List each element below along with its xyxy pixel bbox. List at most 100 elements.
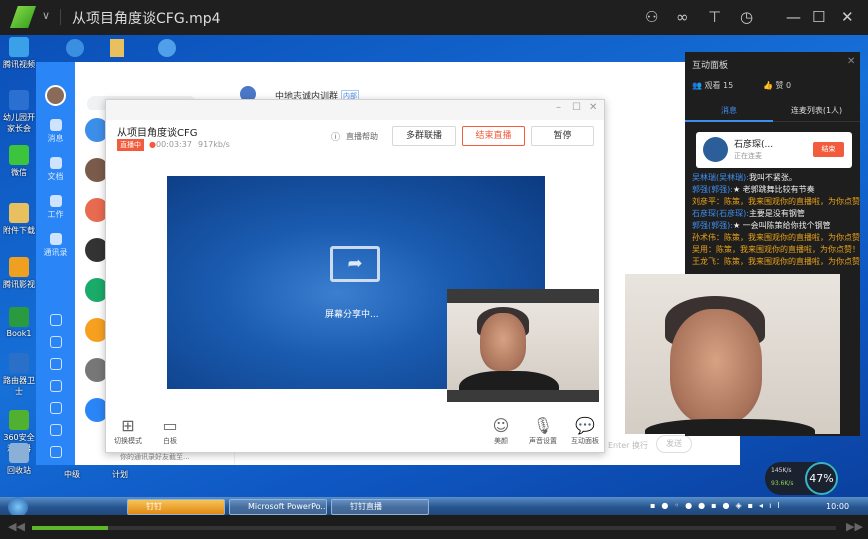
player-titlebar: ∨ 从项目角度谈CFG.mp4 ⚇ ∞ ⊤ ◷ — ☐ ✕ (0, 0, 868, 35)
sidebar-item-message[interactable]: 消息 (36, 119, 75, 144)
ding-icon[interactable] (36, 358, 75, 372)
tool-label: 切换模式 (114, 437, 142, 445)
tshirt-skin-icon[interactable]: ⊤ (708, 8, 721, 26)
desktop-icon[interactable]: 回收站 (2, 443, 36, 476)
send-button[interactable]: 发送 (656, 435, 692, 453)
clock-history-icon[interactable]: ◷ (740, 8, 753, 26)
dingtalk-sidebar: 消息 文档 工作 通讯录 (36, 62, 75, 465)
desktop-top-icons (60, 39, 190, 59)
minimize-icon[interactable]: — (786, 8, 801, 26)
minimize-icon[interactable]: – (556, 102, 561, 113)
apps-icon (49, 195, 62, 207)
pause-button[interactable]: 暂停 (531, 126, 594, 146)
mic-user-name: 石彦琛(... (734, 140, 774, 150)
app-logo-icon[interactable] (10, 6, 36, 28)
tool-chat-bubble[interactable]: 💬 互动面板 (565, 416, 605, 446)
video-title: 从项目角度谈CFG.mp4 (72, 11, 221, 27)
end-mic-button[interactable]: 结束 (813, 142, 844, 157)
app-icon (9, 90, 29, 110)
sidebar-item-apps[interactable]: 工作 (36, 195, 75, 220)
multi-group-button[interactable]: 多群联播 (392, 126, 456, 146)
forward-icon[interactable]: ▶▶ (846, 520, 863, 533)
todo-icon-glyph (49, 336, 62, 348)
message-sender: 刘彦平： (692, 197, 724, 206)
start-button[interactable] (8, 497, 28, 515)
help-link[interactable]: 直播帮助 (346, 131, 378, 142)
folder-icon[interactable] (110, 39, 124, 57)
close-icon[interactable]: ✕ (589, 102, 597, 113)
menu-chevron-icon[interactable]: ∨ (42, 9, 50, 22)
player-controls: ◀◀ ▶▶ (0, 515, 868, 539)
ie-computer-icon[interactable] (66, 39, 84, 57)
avatar[interactable] (45, 85, 66, 106)
sidebar-item-doc[interactable]: 文档 (36, 157, 75, 182)
help-icon[interactable]: ⓘ (331, 130, 340, 143)
mic-user-status: 正在连麦 (734, 152, 762, 160)
chat-message: 郭强(郭强):★ 一会叫陈策给你找个钢管 (685, 220, 860, 232)
tab-messages[interactable]: 消息 (685, 102, 773, 122)
progress-bar[interactable] (32, 526, 836, 530)
task-dingtalk-live[interactable]: 钉钉直播 (331, 499, 429, 515)
smile-icon: ☺ (492, 416, 510, 435)
mail-icon[interactable] (36, 402, 75, 416)
end-live-button[interactable]: 结束直播 (462, 126, 525, 146)
task-powerpoint[interactable]: Microsoft PowerPo... (229, 499, 327, 515)
tab-mic-list[interactable]: 连麦列表(1人) (773, 102, 860, 122)
maximize-icon[interactable]: ☐ (812, 8, 825, 26)
desktop-icon[interactable]: 中级 (55, 469, 89, 480)
message-text: 陈策，我来围观你的直播啦，为你点赞！ (724, 197, 860, 206)
more-icon[interactable] (36, 446, 75, 460)
tool-smile[interactable]: ☺ 美颜 (481, 416, 521, 446)
sidebar-item-label: 消息 (47, 134, 64, 143)
tool-label: 互动面板 (571, 437, 599, 445)
app-icon (9, 307, 29, 327)
user-badge-icon[interactable]: ⚇ (645, 8, 658, 26)
chat-message: 吴用：陈策，我来围观你的直播啦，为你点赞！ (685, 244, 860, 256)
desktop-icon[interactable]: 计划 (103, 469, 137, 480)
todo-icon[interactable] (36, 336, 75, 350)
tool-grid[interactable]: ⊞ 切换模式 (108, 416, 148, 446)
tool-whiteboard[interactable]: ▭ 白板 (150, 416, 190, 446)
tool-mic[interactable]: 🎙 声音设置 (523, 416, 563, 446)
sidebar-item-label: 工作 (47, 210, 64, 219)
mic-user-card: 石彦琛(... 正在连麦 结束 (696, 132, 852, 168)
message-sender: 吴用： (692, 245, 716, 254)
app-icon (9, 37, 29, 57)
app-icon (9, 410, 29, 430)
close-icon[interactable]: ✕ (847, 56, 855, 67)
live-duration: 00:03:37 (156, 140, 192, 149)
maximize-icon[interactable]: ☐ (572, 102, 581, 113)
close-icon[interactable]: ✕ (841, 8, 854, 26)
desktop-icon[interactable]: 微信 (2, 145, 36, 178)
phone-icon[interactable] (36, 380, 75, 394)
viewers-text: 观看 15 (704, 81, 734, 90)
live-dot: ● (149, 140, 156, 149)
task-dingtalk[interactable]: 钉钉 (127, 499, 225, 515)
desktop-icon[interactable]: 腾讯影视 (2, 257, 36, 290)
system-tray[interactable]: ▪●◦●●▪●◈▪◂ıl (650, 501, 786, 510)
whiteboard-icon: ▭ (162, 416, 178, 435)
desktop-icon[interactable]: Book1 (2, 307, 36, 338)
desktop-icon-label: 路由器卫士 (3, 376, 35, 396)
desktop-icon-label: 计划 (112, 470, 128, 479)
desktop-icon[interactable]: 幼儿园开家长会 (2, 90, 36, 134)
app-icon (9, 353, 29, 373)
ie-icon[interactable] (158, 39, 176, 57)
progress-fill (32, 526, 109, 530)
calendar-icon[interactable] (36, 314, 75, 328)
dialog-titlebar: – ☐ ✕ (106, 100, 604, 120)
video-area[interactable]: 消息 文档 工作 通讯录 中地志诚内训群 内部 Enter 换行 发送 你的通讯录好友… (0, 35, 868, 515)
message-sender: 王龙飞： (692, 257, 724, 266)
desktop-icon[interactable]: 腾讯视频 (2, 37, 36, 70)
rewind-icon[interactable]: ◀◀ (8, 520, 25, 533)
desktop-icon[interactable]: 附件下载 (2, 203, 36, 236)
message-sender: 石彦琛(石彦琛): (692, 209, 749, 218)
desktop-icon[interactable]: 路由器卫士 (2, 353, 36, 397)
recycle-icon[interactable] (36, 424, 75, 438)
viewers-icon: 👥 (692, 81, 702, 90)
clock: 10:00 (826, 502, 850, 511)
desktop-icon-label: Book1 (6, 329, 32, 338)
sidebar-item-contacts[interactable]: 通讯录 (36, 233, 75, 258)
desktop-icon-label: 腾讯视频 (3, 60, 35, 69)
link-icon[interactable]: ∞ (676, 8, 689, 26)
